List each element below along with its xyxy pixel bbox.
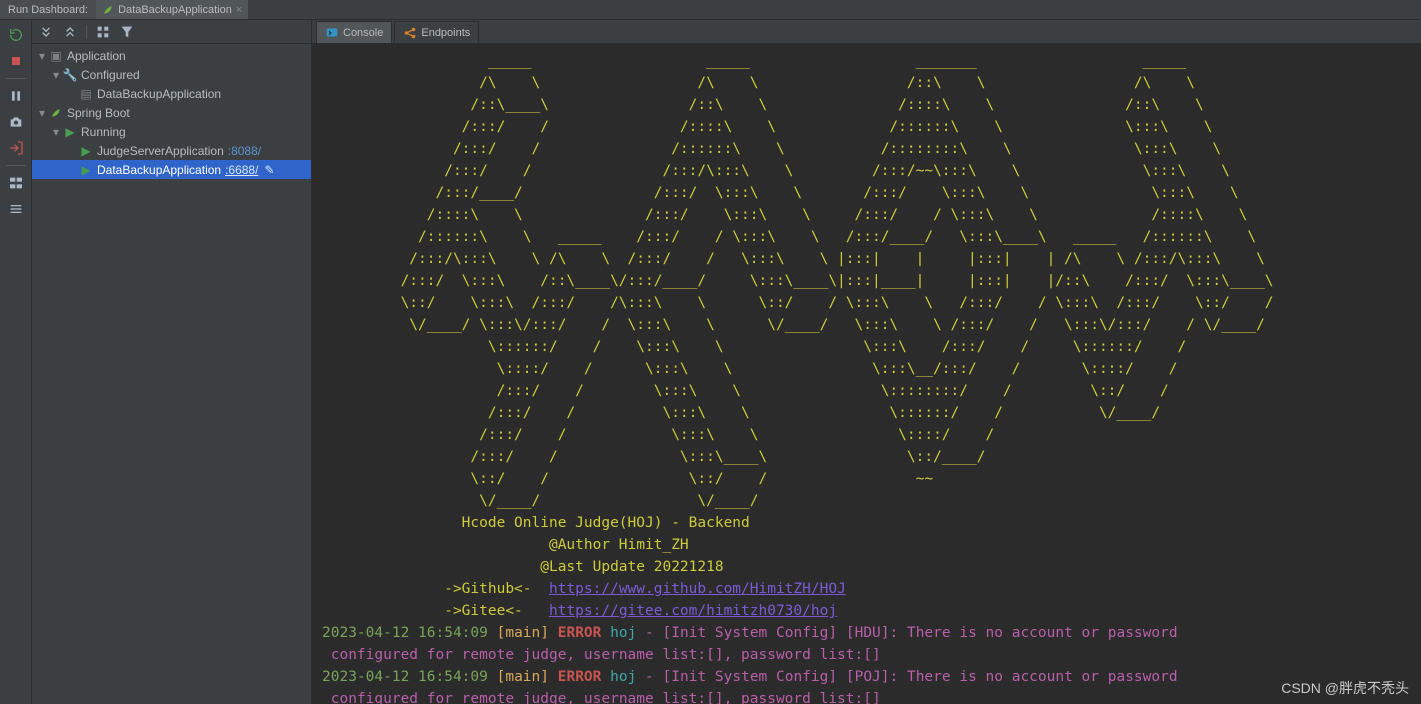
chevron-down-icon[interactable]: ▾	[50, 125, 62, 139]
watermark: CSDN @胖虎不秃头	[1281, 678, 1409, 698]
spring-leaf-icon	[102, 4, 114, 16]
tree-toolbar	[32, 20, 311, 44]
pencil-icon[interactable]: ✎	[264, 163, 274, 177]
chevron-down-icon[interactable]: ▾	[50, 68, 62, 82]
file-icon: ▤	[78, 87, 94, 101]
log-line: 2023-04-12 16:54:09 [main] ERROR hoj - […	[322, 622, 1411, 644]
play-icon: ▶	[62, 125, 78, 139]
console-output[interactable]: _____ _____ _______ _____ /\ \ /\ \ /::\…	[312, 44, 1421, 704]
rerun-icon[interactable]	[6, 26, 26, 44]
tab-endpoints[interactable]: Endpoints	[394, 21, 479, 43]
run-config-tab-label: DataBackupApplication	[118, 4, 232, 16]
banner-update: @Last Update 20221218	[322, 556, 1411, 578]
github-label: ->Github<-	[322, 581, 549, 597]
endpoints-icon	[403, 26, 417, 40]
folder-icon: ▣	[48, 49, 64, 63]
log-line-cont: configured for remote judge, username li…	[322, 644, 1411, 666]
chevron-down-icon[interactable]: ▾	[36, 106, 48, 120]
wrench-icon: 🔧	[62, 68, 78, 82]
play-icon: ▶	[78, 144, 94, 158]
tab-label: Endpoints	[421, 27, 470, 39]
banner-gitee: ->Gitee<- https://gitee.com/himitzh0730/…	[322, 600, 1411, 622]
log-line-cont: configured for remote judge, username li…	[322, 688, 1411, 704]
banner-title: Hcode Online Judge(HOJ) - Backend	[322, 512, 1411, 534]
tree-panel: ▾ ▣ Application ▾ 🔧 Configured ▤ DataBac…	[32, 20, 312, 704]
camera-icon[interactable]	[6, 113, 26, 131]
tree-label: DataBackupApplication	[97, 87, 221, 101]
log-line: 2023-04-12 16:54:09 [main] ERROR hoj - […	[322, 666, 1411, 688]
chevron-down-icon[interactable]: ▾	[36, 49, 48, 63]
group-icon[interactable]	[95, 24, 111, 40]
tree-node-configured-child[interactable]: ▤ DataBackupApplication	[32, 84, 311, 103]
github-link[interactable]: https://www.github.com/HimitZH/HOJ	[549, 581, 846, 597]
ascii-banner: _____ _____ _______ _____ /\ \ /\ \ /::\…	[322, 50, 1411, 512]
left-gutter	[0, 20, 32, 704]
pause-icon[interactable]	[6, 87, 26, 105]
banner-author: @Author Himit_ZH	[322, 534, 1411, 556]
filter-icon[interactable]	[119, 24, 135, 40]
tab-console[interactable]: Console	[316, 21, 392, 43]
banner-github: ->Github<- https://www.github.com/HimitZ…	[322, 578, 1411, 600]
run-dashboard-label: Run Dashboard:	[0, 0, 96, 19]
collapse-all-icon[interactable]	[62, 24, 78, 40]
divider-1	[6, 78, 26, 79]
tree-node-application[interactable]: ▾ ▣ Application	[32, 46, 311, 65]
run-config-tab[interactable]: DataBackupApplication ×	[96, 0, 248, 19]
tree-label: Spring Boot	[67, 106, 130, 120]
tab-label: Console	[343, 27, 383, 39]
gitee-link[interactable]: https://gitee.com/himitzh0730/hoj	[549, 603, 837, 619]
tree-label: Application	[67, 49, 126, 63]
stop-icon[interactable]	[6, 52, 26, 70]
tree-node-running[interactable]: ▾ ▶ Running	[32, 122, 311, 141]
tree-run-config-item[interactable]: ▶DataBackupApplication :6688/ ✎	[32, 160, 311, 179]
run-config-tree[interactable]: ▾ ▣ Application ▾ 🔧 Configured ▤ DataBac…	[32, 44, 311, 179]
right-area: Console Endpoints _____ _____ _______ __…	[312, 20, 1421, 704]
settings-icon[interactable]	[6, 200, 26, 218]
close-icon[interactable]: ×	[236, 4, 242, 16]
tree-label: Configured	[81, 68, 140, 82]
console-icon	[325, 26, 339, 40]
gitee-label: ->Gitee<-	[322, 603, 549, 619]
tree-node-configured[interactable]: ▾ 🔧 Configured	[32, 65, 311, 84]
exit-icon[interactable]	[6, 139, 26, 157]
tree-label: DataBackupApplication	[97, 163, 221, 177]
expand-all-icon[interactable]	[38, 24, 54, 40]
play-icon: ▶	[78, 163, 94, 177]
spring-leaf-icon	[48, 107, 64, 119]
layout-icon[interactable]	[6, 174, 26, 192]
toolbar-sep	[86, 25, 87, 39]
divider-2	[6, 165, 26, 166]
console-tab-bar: Console Endpoints	[312, 20, 1421, 44]
tree-label: Running	[81, 125, 126, 139]
tree-label: JudgeServerApplication	[97, 144, 224, 158]
tree-run-config-item[interactable]: ▶JudgeServerApplication :8088/	[32, 141, 311, 160]
port-link[interactable]: :8088/	[228, 144, 261, 158]
port-link[interactable]: :6688/	[225, 163, 258, 177]
top-tab-strip: Run Dashboard: DataBackupApplication ×	[0, 0, 1421, 20]
tree-node-spring-boot[interactable]: ▾ Spring Boot	[32, 103, 311, 122]
